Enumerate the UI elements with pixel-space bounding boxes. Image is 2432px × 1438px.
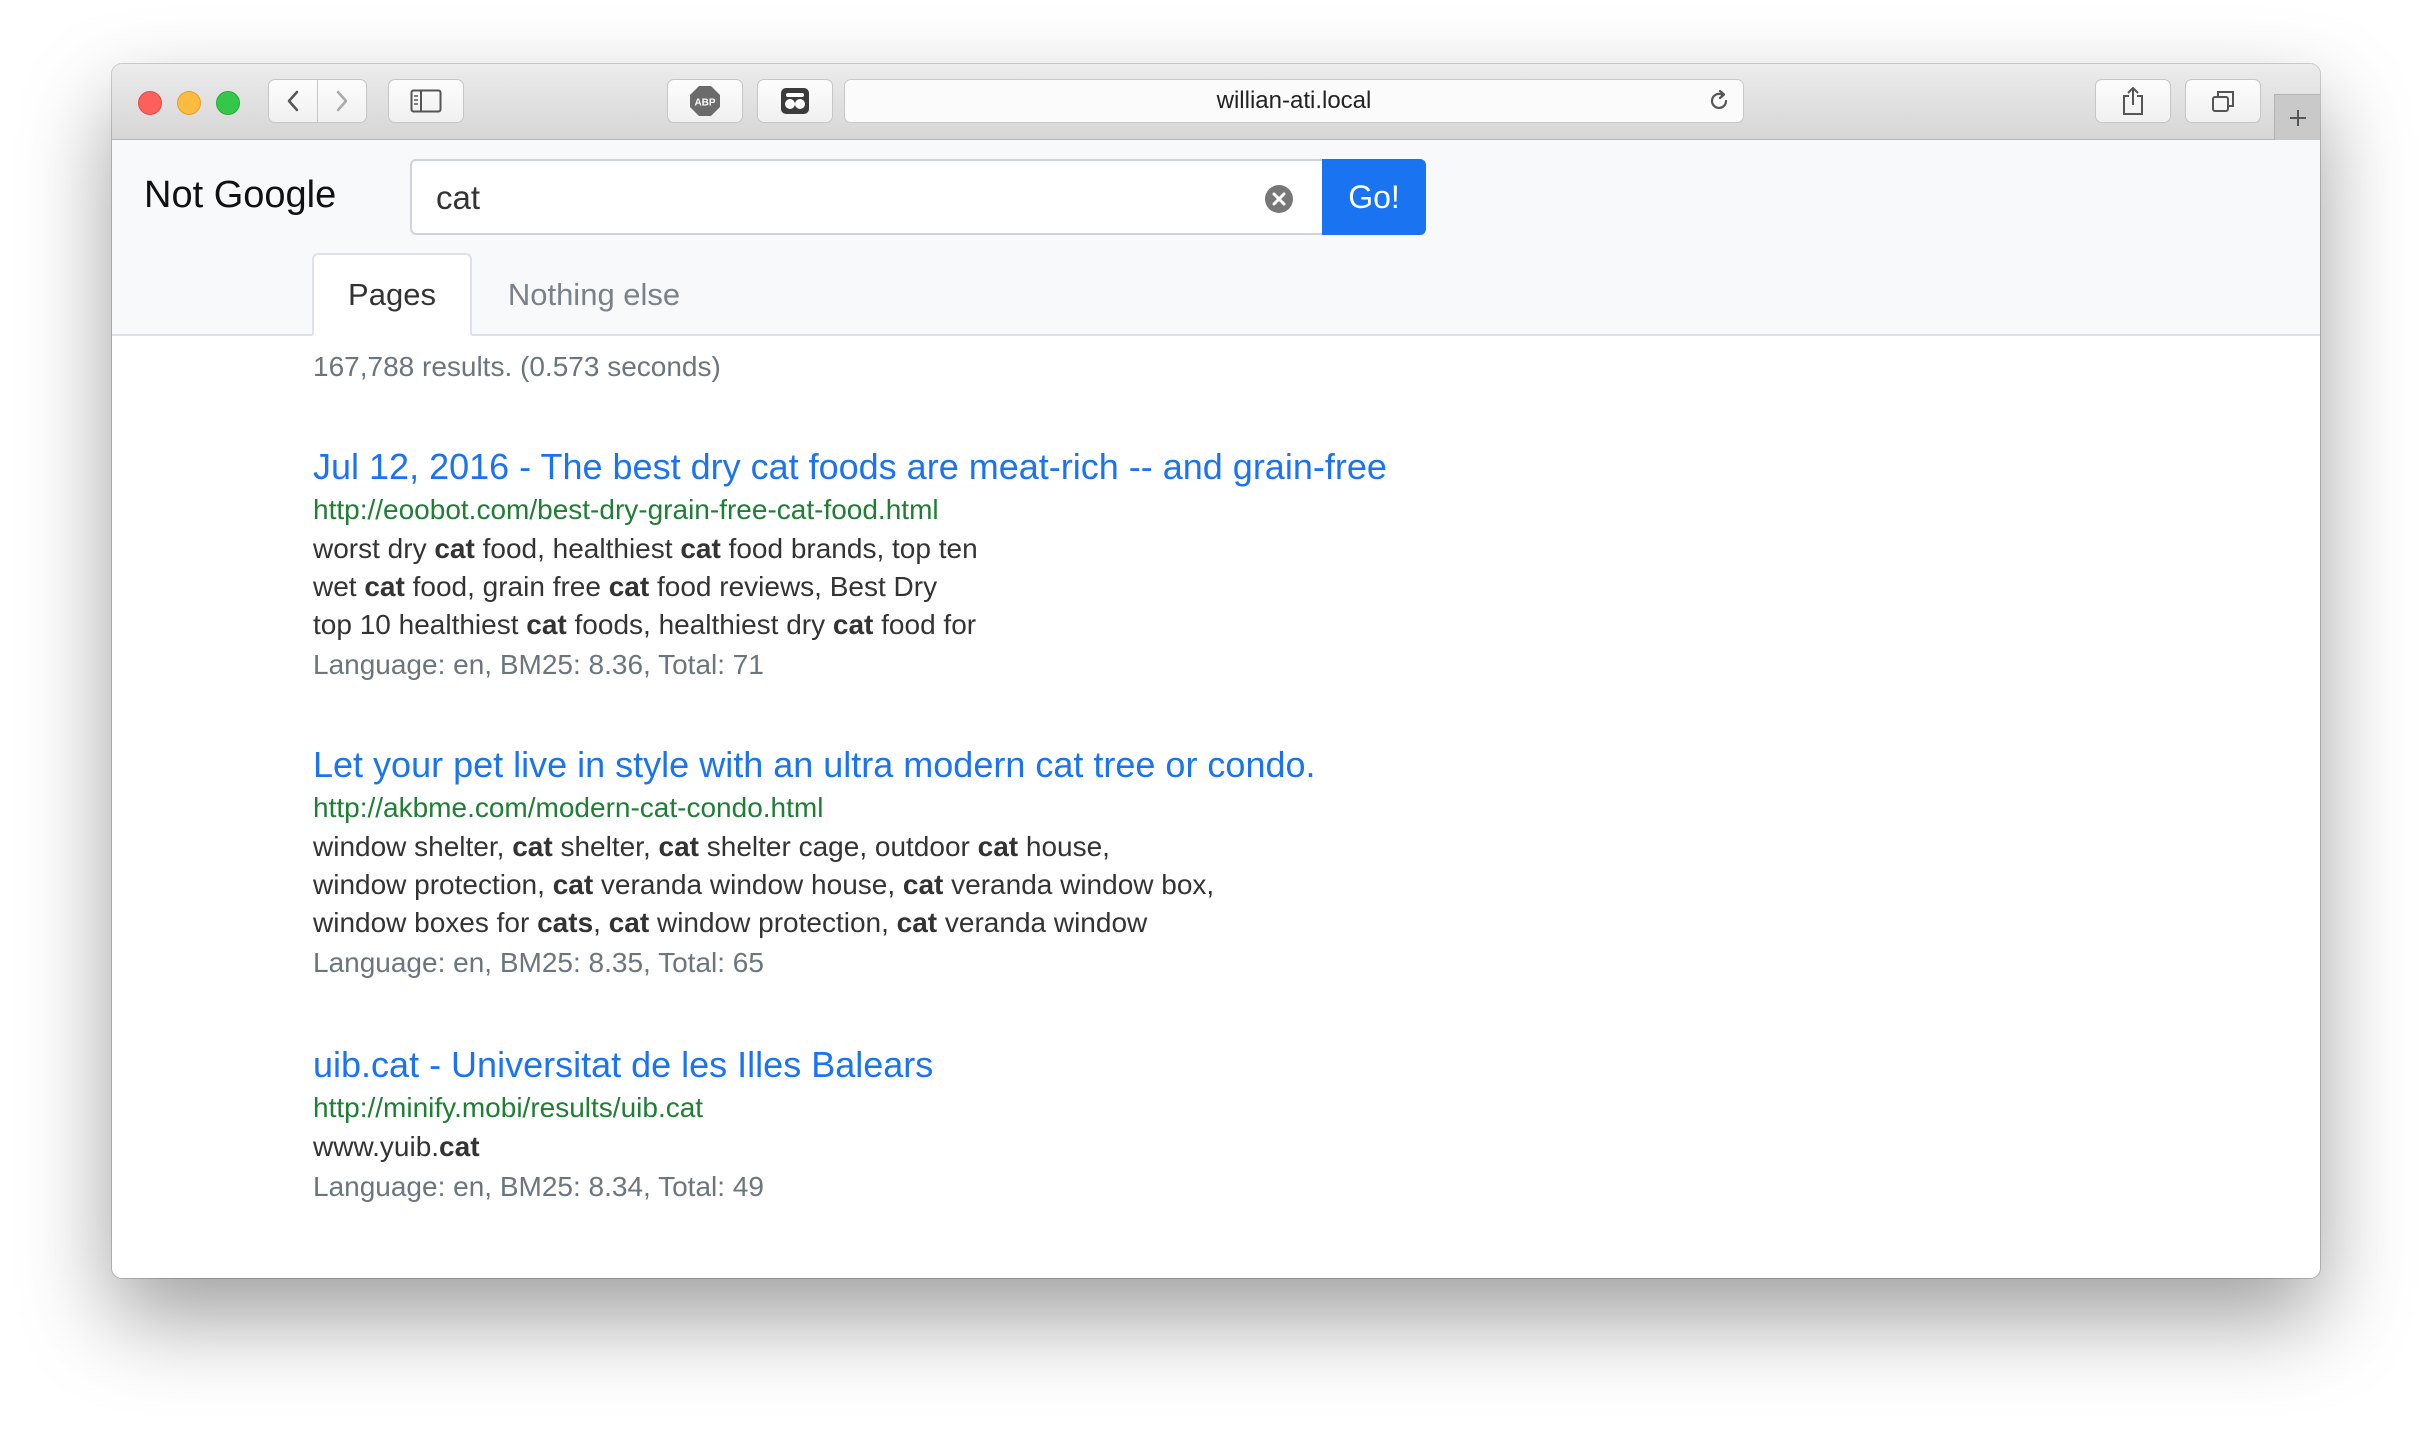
snippet-text: window boxes for xyxy=(313,907,538,938)
browser-toolbar: ABP willian-ati.local xyxy=(112,64,2320,140)
tab-pages[interactable]: Pages xyxy=(312,253,472,336)
snippet-text: veranda window house, xyxy=(593,869,903,900)
result-title-link[interactable]: Jul 12, 2016 - The best dry cat foods ar… xyxy=(313,444,1613,490)
snippet-text: shelter, xyxy=(552,831,659,862)
tab-nothing-else[interactable]: Nothing else xyxy=(480,253,708,336)
result-url: http://eoobot.com/best-dry-grain-free-ca… xyxy=(313,494,939,525)
results-stats: 167,788 results. (0.573 seconds) xyxy=(313,351,721,382)
extension-icon xyxy=(781,88,809,114)
snippet-line: window boxes for cats, cat window protec… xyxy=(313,904,1613,942)
clear-search-button[interactable] xyxy=(1264,184,1294,219)
snippet-text: foods, healthiest dry xyxy=(566,609,833,640)
share-icon xyxy=(2123,87,2143,115)
highlighted-term: cat xyxy=(977,831,1019,862)
highlighted-term: cat xyxy=(434,533,475,564)
highlighted-term: cat xyxy=(658,831,699,862)
address-bar[interactable]: willian-ati.local xyxy=(844,79,1744,123)
new-tab-icon xyxy=(2289,109,2306,126)
zoom-window-button[interactable] xyxy=(216,91,240,115)
result-title-link[interactable]: uib.cat - Universitat de les Illes Balea… xyxy=(313,1042,1613,1088)
adblock-label: ABP xyxy=(694,98,715,109)
snippet-line: worst dry cat food, healthiest cat food … xyxy=(313,530,1613,568)
snippet-text: window protection, xyxy=(649,907,897,938)
search-input-value: cat xyxy=(436,179,481,216)
snippet-text: www.yuib. xyxy=(313,1131,440,1162)
reload-icon xyxy=(1710,89,1728,110)
snippet-text: food for xyxy=(873,609,977,640)
snippet-text: food, grain free xyxy=(404,571,609,602)
snippet-text: food reviews, Best Dry xyxy=(649,571,938,602)
result-item: Let your pet live in style with an ultra… xyxy=(313,742,1613,984)
highlighted-term: cat xyxy=(439,1131,480,1162)
snippet-text: top 10 healthiest xyxy=(313,609,527,640)
snippet-line: top 10 healthiest cat foods, healthiest … xyxy=(313,606,1613,644)
result-snippet: www.yuib.cat xyxy=(313,1128,1613,1166)
snippet-text: food, healthiest xyxy=(474,533,681,564)
snippet-text: food brands, top ten xyxy=(720,533,978,564)
adblock-button[interactable]: ABP xyxy=(667,79,743,123)
snippet-text: , xyxy=(593,907,609,938)
extension-button[interactable] xyxy=(757,79,833,123)
snippet-line: window protection, cat veranda window ho… xyxy=(313,866,1613,904)
result-title-link[interactable]: Let your pet live in style with an ultra… xyxy=(313,742,1613,788)
tabs-overview-button[interactable] xyxy=(2185,79,2261,123)
highlighted-term: cat xyxy=(512,831,553,862)
highlighted-term: cat xyxy=(902,869,944,900)
search-header: Not Google cat Go! Pages Nothing else xyxy=(112,140,2320,336)
address-url: willian-ati.local xyxy=(1216,87,1372,114)
result-meta: Language: en, BM25: 8.34, Total: 49 xyxy=(313,1171,764,1202)
snippet-text: wet xyxy=(313,571,365,602)
result-snippet: worst dry cat food, healthiest cat food … xyxy=(313,530,1613,644)
search-input[interactable]: cat xyxy=(410,159,1324,235)
highlighted-term: cat xyxy=(896,907,938,938)
clear-icon xyxy=(1265,185,1293,213)
tabs-icon xyxy=(2212,91,2234,112)
forward-button[interactable] xyxy=(317,79,367,123)
snippet-text: house, xyxy=(1018,831,1110,862)
adblock-icon: ABP xyxy=(690,86,720,116)
result-meta: Language: en, BM25: 8.35, Total: 65 xyxy=(313,947,764,978)
close-window-button[interactable] xyxy=(138,91,162,115)
highlighted-term: cat xyxy=(608,571,650,602)
result-item: Jul 12, 2016 - The best dry cat foods ar… xyxy=(313,444,1613,686)
snippet-text: window protection, xyxy=(313,869,553,900)
result-snippet: window shelter, cat shelter, cat shelter… xyxy=(313,828,1613,942)
sidebar-button[interactable] xyxy=(388,79,464,123)
new-tab-button[interactable] xyxy=(2274,94,2320,140)
snippet-line: window shelter, cat shelter, cat shelter… xyxy=(313,828,1613,866)
browser-window: ABP willian-ati.local Not Google cat Go!… xyxy=(112,64,2320,1278)
highlighted-term: cat xyxy=(552,869,594,900)
snippet-line: wet cat food, grain free cat food review… xyxy=(313,568,1613,606)
result-url: http://akbme.com/modern-cat-condo.html xyxy=(313,792,824,823)
minimize-window-button[interactable] xyxy=(177,91,201,115)
snippet-text: veranda window box, xyxy=(943,869,1215,900)
highlighted-term: cat xyxy=(526,609,567,640)
highlighted-term: cat xyxy=(680,533,721,564)
share-button[interactable] xyxy=(2095,79,2171,123)
reload-button[interactable] xyxy=(1707,89,1731,120)
snippet-text: worst dry xyxy=(313,533,435,564)
result-item: uib.cat - Universitat de les Illes Balea… xyxy=(313,1042,1613,1208)
highlighted-term: cat xyxy=(608,907,650,938)
snippet-text: window shelter, xyxy=(313,831,513,862)
highlighted-term: cat xyxy=(832,609,874,640)
snippet-text: shelter cage, outdoor xyxy=(699,831,978,862)
back-button[interactable] xyxy=(268,79,318,123)
result-url: http://minify.mobi/results/uib.cat xyxy=(313,1092,704,1123)
back-icon xyxy=(287,90,299,112)
snippet-line: www.yuib.cat xyxy=(313,1128,1613,1166)
sidebar-icon xyxy=(410,89,442,113)
snippet-text: veranda window xyxy=(937,907,1148,938)
go-button[interactable]: Go! xyxy=(1322,159,1426,235)
result-meta: Language: en, BM25: 8.36, Total: 71 xyxy=(313,649,764,680)
brand-logo[interactable]: Not Google xyxy=(144,174,336,217)
highlighted-term: cat xyxy=(364,571,405,602)
highlighted-term: cats xyxy=(537,907,594,938)
forward-icon xyxy=(336,90,348,112)
